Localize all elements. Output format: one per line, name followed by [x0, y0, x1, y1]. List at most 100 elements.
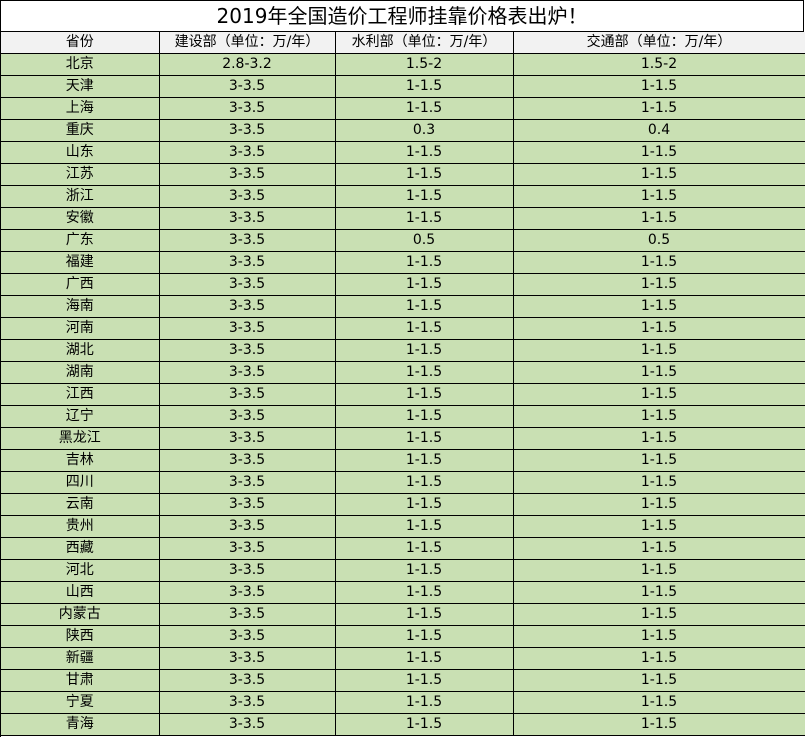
- cell-water-price: 0.3: [335, 119, 514, 142]
- cell-water-price: 1-1.5: [335, 163, 514, 186]
- cell-water-price: 1-1.5: [335, 273, 514, 296]
- cell-construction-price: 3-3.5: [159, 163, 336, 186]
- cell-province: 河北: [1, 559, 160, 582]
- table-row: 福建 3-3.5 1-1.5 1-1.5: [1, 251, 805, 274]
- cell-transport-price: 1-1.5: [513, 251, 805, 274]
- cell-transport-price: 1-1.5: [513, 581, 805, 604]
- cell-province: 广东: [1, 229, 160, 252]
- cell-transport-price: 1-1.5: [513, 669, 805, 692]
- cell-construction-price: 3-3.5: [159, 141, 336, 164]
- cell-province: 福建: [1, 251, 160, 274]
- cell-province: 浙江: [1, 185, 160, 208]
- cell-province: 江西: [1, 383, 160, 406]
- cell-construction-price: 3-3.5: [159, 361, 336, 384]
- cell-construction-price: 3-3.5: [159, 251, 336, 274]
- table-row: 北京 2.8-3.2 1.5-2 1.5-2: [1, 53, 805, 76]
- cell-province: 宁夏: [1, 691, 160, 714]
- cell-province: 陕西: [1, 625, 160, 648]
- table-row: 河北 3-3.5 1-1.5 1-1.5: [1, 559, 805, 582]
- cell-province: 黑龙江: [1, 427, 160, 450]
- cell-water-price: 1-1.5: [335, 75, 514, 98]
- cell-water-price: 1-1.5: [335, 141, 514, 164]
- cell-transport-price: 0.4: [513, 119, 805, 142]
- cell-province: 海南: [1, 295, 160, 318]
- cell-province: 湖南: [1, 361, 160, 384]
- cell-transport-price: 1-1.5: [513, 515, 805, 538]
- table-row: 重庆 3-3.5 0.3 0.4: [1, 119, 805, 142]
- cell-transport-price: 1-1.5: [513, 537, 805, 560]
- cell-transport-price: 1-1.5: [513, 339, 805, 362]
- cell-province: 江苏: [1, 163, 160, 186]
- cell-transport-price: 1-1.5: [513, 647, 805, 670]
- cell-transport-price: 1-1.5: [513, 317, 805, 340]
- cell-transport-price: 1-1.5: [513, 163, 805, 186]
- cell-water-price: 0.5: [335, 229, 514, 252]
- cell-water-price: 1-1.5: [335, 691, 514, 714]
- table-row: 黑龙江 3-3.5 1-1.5 1-1.5: [1, 427, 805, 450]
- cell-construction-price: 3-3.5: [159, 405, 336, 428]
- cell-construction-price: 2.8-3.2: [159, 53, 336, 76]
- cell-water-price: 1-1.5: [335, 295, 514, 318]
- price-table: 省份 建设部（单位：万/年） 水利部（单位：万/年） 交通部（单位：万/年） 北…: [1, 32, 805, 736]
- table-row: 湖南 3-3.5 1-1.5 1-1.5: [1, 361, 805, 384]
- cell-water-price: 1-1.5: [335, 317, 514, 340]
- cell-province: 辽宁: [1, 405, 160, 428]
- cell-province: 贵州: [1, 515, 160, 538]
- cell-construction-price: 3-3.5: [159, 603, 336, 626]
- cell-transport-price: 1-1.5: [513, 603, 805, 626]
- cell-province: 上海: [1, 97, 160, 120]
- cell-water-price: 1-1.5: [335, 405, 514, 428]
- header-row: 省份 建设部（单位：万/年） 水利部（单位：万/年） 交通部（单位：万/年）: [1, 32, 805, 54]
- cell-water-price: 1-1.5: [335, 647, 514, 670]
- cell-province: 吉林: [1, 449, 160, 472]
- cell-construction-price: 3-3.5: [159, 515, 336, 538]
- cell-transport-price: 1.5-2: [513, 53, 805, 76]
- cell-transport-price: 1-1.5: [513, 273, 805, 296]
- cell-construction-price: 3-3.5: [159, 471, 336, 494]
- cell-province: 河南: [1, 317, 160, 340]
- cell-province: 天津: [1, 75, 160, 98]
- table-row: 四川 3-3.5 1-1.5 1-1.5: [1, 471, 805, 494]
- cell-province: 安徽: [1, 207, 160, 230]
- cell-construction-price: 3-3.5: [159, 273, 336, 296]
- cell-transport-price: 1-1.5: [513, 449, 805, 472]
- table-row: 宁夏 3-3.5 1-1.5 1-1.5: [1, 691, 805, 714]
- cell-province: 广西: [1, 273, 160, 296]
- cell-transport-price: 1-1.5: [513, 383, 805, 406]
- cell-transport-price: 1-1.5: [513, 493, 805, 516]
- cell-transport-price: 1-1.5: [513, 185, 805, 208]
- cell-construction-price: 3-3.5: [159, 295, 336, 318]
- cell-water-price: 1.5-2: [335, 53, 514, 76]
- cell-construction-price: 3-3.5: [159, 713, 336, 736]
- cell-construction-price: 3-3.5: [159, 207, 336, 230]
- cell-province: 云南: [1, 493, 160, 516]
- cell-transport-price: 1-1.5: [513, 713, 805, 736]
- table-title: 2019年全国造价工程师挂靠价格表出炉！: [1, 1, 804, 32]
- cell-province: 青海: [1, 713, 160, 736]
- table-row: 海南 3-3.5 1-1.5 1-1.5: [1, 295, 805, 318]
- header-construction: 建设部（单位：万/年）: [159, 32, 336, 54]
- cell-transport-price: 1-1.5: [513, 141, 805, 164]
- cell-water-price: 1-1.5: [335, 449, 514, 472]
- cell-transport-price: 1-1.5: [513, 691, 805, 714]
- table-row: 河南 3-3.5 1-1.5 1-1.5: [1, 317, 805, 340]
- table-row: 上海 3-3.5 1-1.5 1-1.5: [1, 97, 805, 120]
- cell-province: 四川: [1, 471, 160, 494]
- cell-construction-price: 3-3.5: [159, 691, 336, 714]
- cell-water-price: 1-1.5: [335, 713, 514, 736]
- table-row: 云南 3-3.5 1-1.5 1-1.5: [1, 493, 805, 516]
- cell-construction-price: 3-3.5: [159, 581, 336, 604]
- cell-water-price: 1-1.5: [335, 185, 514, 208]
- cell-water-price: 1-1.5: [335, 361, 514, 384]
- cell-province: 重庆: [1, 119, 160, 142]
- cell-water-price: 1-1.5: [335, 669, 514, 692]
- table-row: 江苏 3-3.5 1-1.5 1-1.5: [1, 163, 805, 186]
- cell-construction-price: 3-3.5: [159, 559, 336, 582]
- cell-construction-price: 3-3.5: [159, 119, 336, 142]
- table-row: 新疆 3-3.5 1-1.5 1-1.5: [1, 647, 805, 670]
- table-row: 陕西 3-3.5 1-1.5 1-1.5: [1, 625, 805, 648]
- cell-water-price: 1-1.5: [335, 207, 514, 230]
- cell-water-price: 1-1.5: [335, 537, 514, 560]
- cell-construction-price: 3-3.5: [159, 383, 336, 406]
- cell-construction-price: 3-3.5: [159, 449, 336, 472]
